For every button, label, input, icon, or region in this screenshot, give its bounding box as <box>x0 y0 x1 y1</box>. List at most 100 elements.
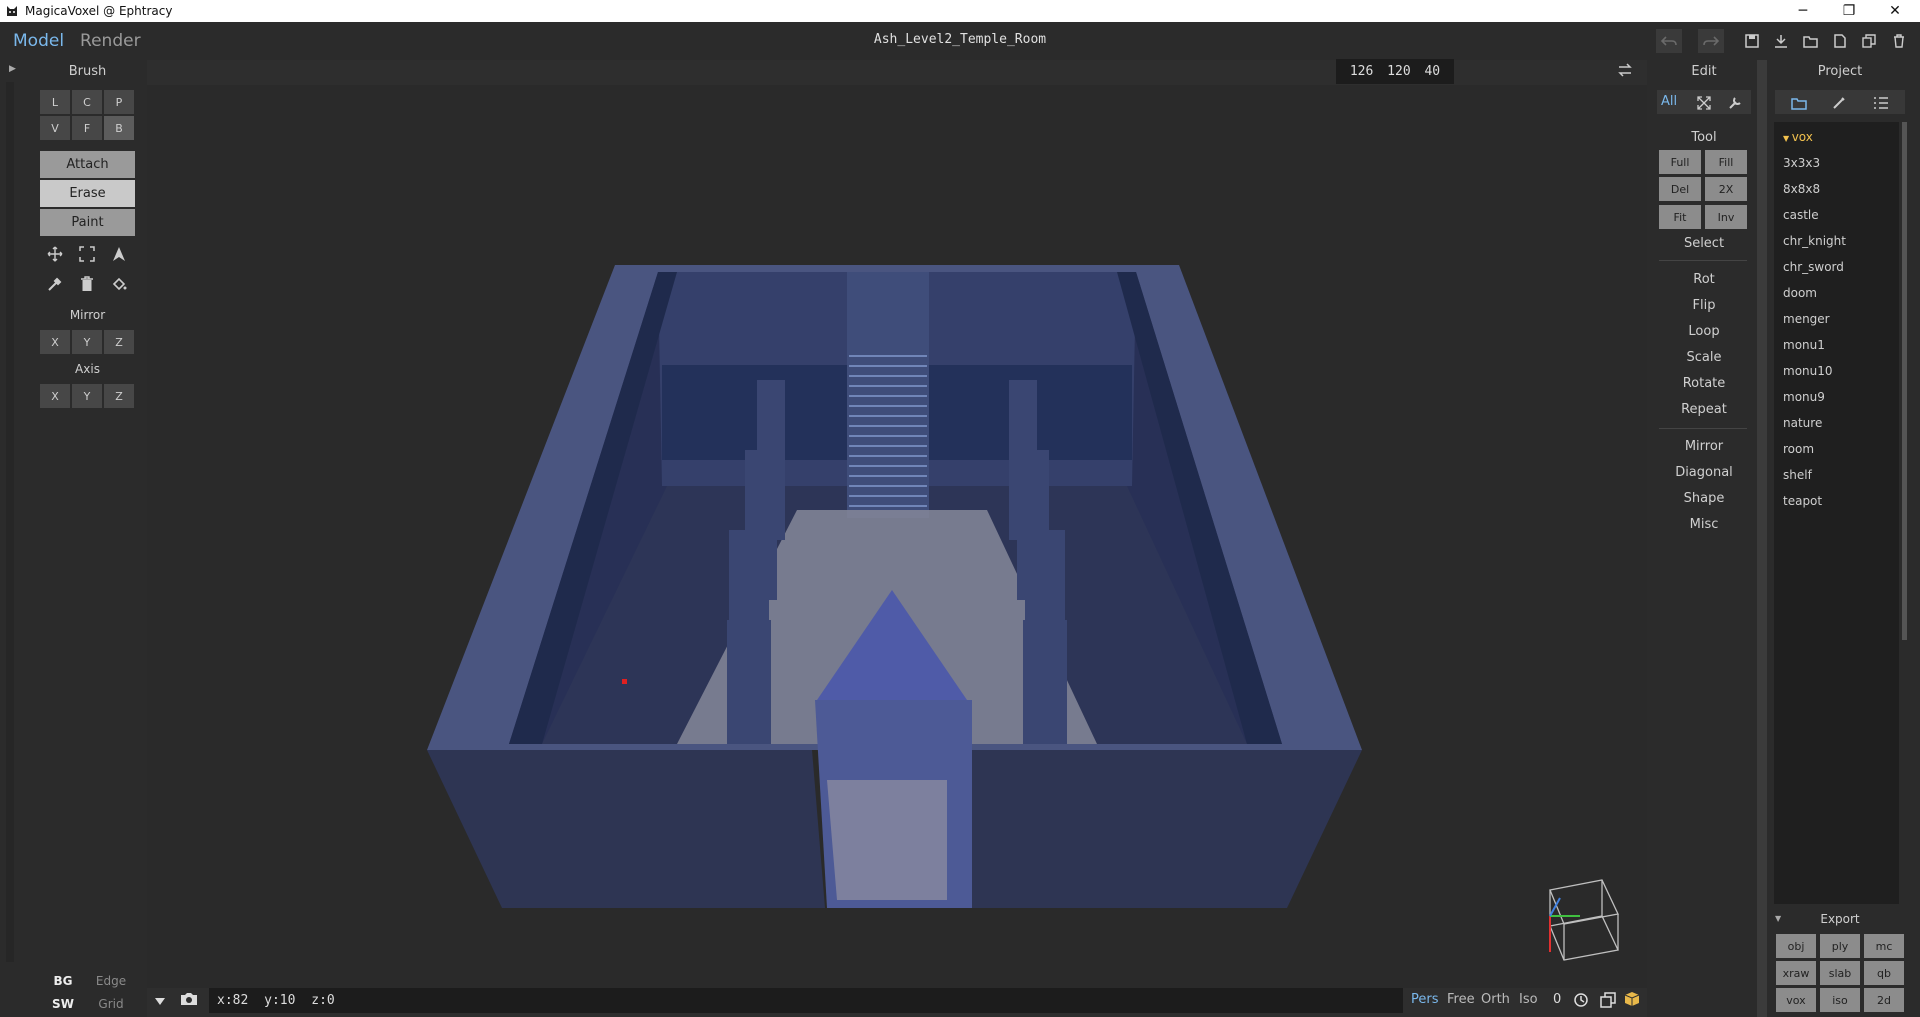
edit-diagonal[interactable]: Diagonal <box>1656 465 1752 480</box>
axis-z[interactable]: Z <box>104 384 134 408</box>
brush-type-face[interactable]: F <box>72 116 102 140</box>
bg-toggle[interactable]: BG <box>40 974 86 988</box>
view-iso[interactable]: Iso <box>1519 992 1538 1007</box>
transform-rot[interactable]: Rot <box>1656 272 1752 287</box>
copy-button[interactable] <box>1856 29 1882 53</box>
open-folder-button[interactable] <box>1798 29 1824 53</box>
axis-y[interactable]: Y <box>72 384 102 408</box>
new-file-button[interactable] <box>1827 29 1853 53</box>
export-2d[interactable]: 2d <box>1864 988 1904 1012</box>
axis-x[interactable]: X <box>40 384 70 408</box>
grid-toggle[interactable]: Grid <box>88 997 134 1011</box>
list-item[interactable]: 3x3x3 <box>1783 156 1820 170</box>
view-free[interactable]: Free <box>1447 992 1475 1007</box>
list-item[interactable]: chr_knight <box>1783 234 1846 248</box>
minimize-button[interactable]: ─ <box>1780 0 1826 22</box>
transform-scale[interactable]: Scale <box>1656 350 1752 365</box>
tool-fit[interactable]: Fit <box>1659 205 1701 229</box>
export-mc[interactable]: mc <box>1864 934 1904 958</box>
tool-2x[interactable]: 2X <box>1705 177 1747 201</box>
tool-full[interactable]: Full <box>1659 150 1701 174</box>
transform-rotate[interactable]: Rotate <box>1656 376 1752 391</box>
orientation-gizmo[interactable] <box>1536 876 1622 962</box>
wrench-icon[interactable] <box>1728 95 1742 114</box>
mirror-z[interactable]: Z <box>104 330 134 354</box>
list-item[interactable]: nature <box>1783 416 1822 430</box>
erase-button[interactable]: Erase <box>40 180 135 207</box>
marquee-icon[interactable] <box>72 240 102 268</box>
download-button[interactable] <box>1768 29 1794 53</box>
fullscreen-icon[interactable] <box>1697 95 1711 114</box>
list-item[interactable]: shelf <box>1783 468 1812 482</box>
export-slab[interactable]: slab <box>1820 961 1860 985</box>
list-scrollbar[interactable] <box>1902 122 1907 640</box>
view-pers[interactable]: Pers <box>1411 992 1439 1007</box>
folder-vox[interactable]: ▼ vox <box>1783 130 1813 144</box>
tool-inv[interactable]: Inv <box>1705 205 1747 229</box>
export-ply[interactable]: ply <box>1820 934 1860 958</box>
fill-bucket-icon[interactable] <box>104 270 134 298</box>
edit-misc[interactable]: Misc <box>1656 517 1752 532</box>
brush-type-center[interactable]: C <box>72 90 102 114</box>
restore-button[interactable]: ❐ <box>1826 0 1872 22</box>
sw-toggle[interactable]: SW <box>40 997 86 1011</box>
delete-file-button[interactable] <box>1886 29 1912 53</box>
expand-arrow-icon[interactable]: ▶ <box>9 64 16 74</box>
list-item[interactable]: chr_sword <box>1783 260 1844 274</box>
list-item[interactable]: teapot <box>1783 494 1822 508</box>
list-item[interactable]: menger <box>1783 312 1830 326</box>
transform-flip[interactable]: Flip <box>1656 298 1752 313</box>
reset-view-icon[interactable] <box>1573 992 1589 1012</box>
export-qb[interactable]: qb <box>1864 961 1904 985</box>
list-item[interactable]: castle <box>1783 208 1819 222</box>
attach-button[interactable]: Attach <box>40 151 135 178</box>
camera-icon[interactable] <box>180 991 198 1011</box>
list-item[interactable]: monu1 <box>1783 338 1825 352</box>
export-obj[interactable]: obj <box>1776 934 1816 958</box>
brush-tab-icon[interactable] <box>1832 95 1846 114</box>
mirror-x[interactable]: X <box>40 330 70 354</box>
eyedropper-icon[interactable] <box>40 270 70 298</box>
3d-viewport[interactable] <box>147 60 1647 1017</box>
mirror-y[interactable]: Y <box>72 330 102 354</box>
save-button[interactable] <box>1739 29 1765 53</box>
tool-fill[interactable]: Fill <box>1705 150 1747 174</box>
export-collapse-icon[interactable]: ▼ <box>1775 914 1785 923</box>
paint-button[interactable]: Paint <box>40 209 135 236</box>
undo-button[interactable] <box>1656 29 1682 53</box>
tool-del[interactable]: Del <box>1659 177 1701 201</box>
edge-toggle[interactable]: Edge <box>88 974 134 988</box>
brush-type-line[interactable]: L <box>40 90 70 114</box>
close-window-button[interactable]: ✕ <box>1872 0 1918 22</box>
edit-shape[interactable]: Shape <box>1656 491 1752 506</box>
edit-mirror[interactable]: Mirror <box>1656 439 1752 454</box>
brush-type-voxel[interactable]: V <box>40 116 70 140</box>
move-icon[interactable] <box>40 240 70 268</box>
tab-model[interactable]: Model <box>13 31 64 51</box>
export-xraw[interactable]: xraw <box>1776 961 1816 985</box>
layout-icon[interactable] <box>1600 992 1616 1012</box>
list-item[interactable]: monu10 <box>1783 364 1833 378</box>
transform-repeat[interactable]: Repeat <box>1656 402 1752 417</box>
model-dimensions[interactable]: 126 120 40 <box>1336 59 1454 84</box>
trash-icon[interactable] <box>72 270 102 298</box>
folder-tab-icon[interactable] <box>1791 95 1807 114</box>
voxel-scene[interactable] <box>147 60 1647 988</box>
transform-loop[interactable]: Loop <box>1656 324 1752 339</box>
list-item[interactable]: 8x8x8 <box>1783 182 1820 196</box>
swap-icon[interactable] <box>1617 62 1633 82</box>
tab-render[interactable]: Render <box>80 31 141 51</box>
cursor-icon[interactable] <box>104 240 134 268</box>
brush-type-box[interactable]: B <box>104 116 134 140</box>
filter-all[interactable]: All <box>1661 94 1677 109</box>
list-item[interactable]: monu9 <box>1783 390 1825 404</box>
select-label[interactable]: Select <box>1656 236 1752 251</box>
dropdown-arrow-icon[interactable] <box>153 993 167 1012</box>
redo-button[interactable] <box>1698 29 1724 53</box>
cube-icon[interactable] <box>1624 991 1640 1011</box>
list-tab-icon[interactable] <box>1873 95 1889 114</box>
export-vox[interactable]: vox <box>1776 988 1816 1012</box>
brush-type-pattern[interactable]: P <box>104 90 134 114</box>
export-iso[interactable]: iso <box>1820 988 1860 1012</box>
view-orth[interactable]: Orth <box>1481 992 1510 1007</box>
